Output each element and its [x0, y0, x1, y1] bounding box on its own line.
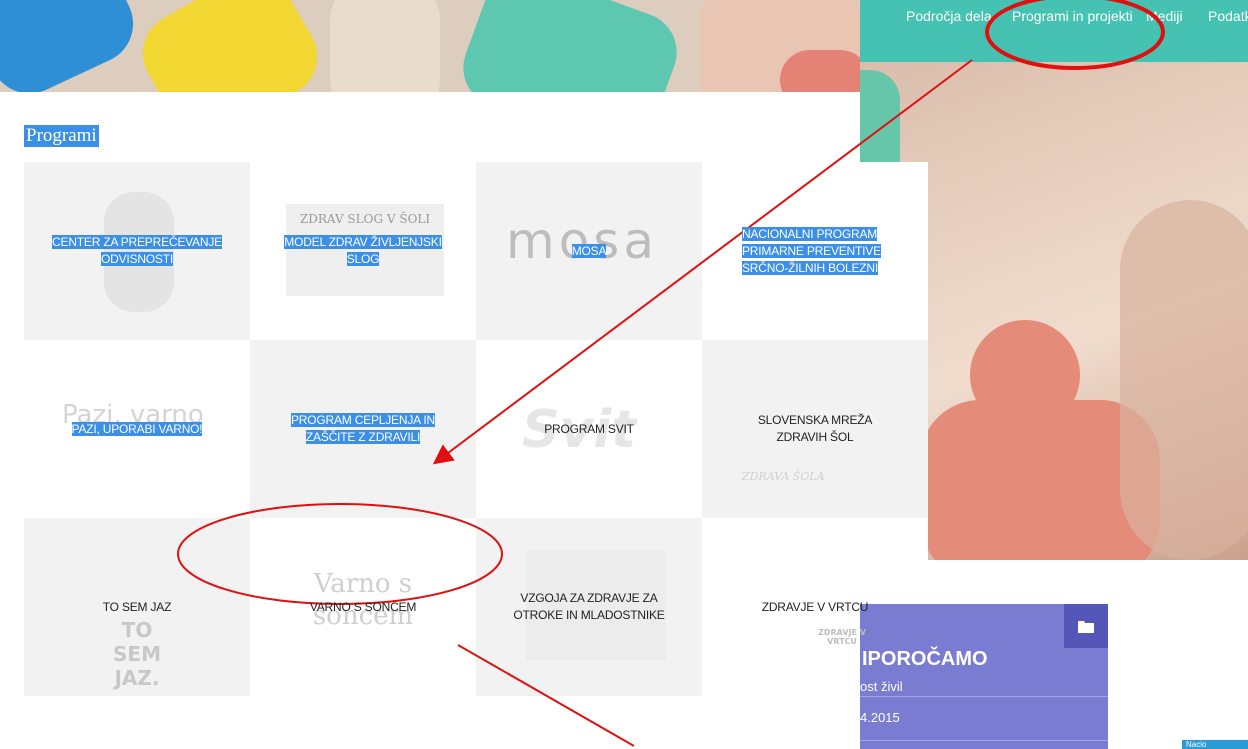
tile-label: MOSA — [571, 243, 607, 258]
tile-label: PAZI, UPORABI VARNO! — [71, 421, 203, 436]
tile-mosa[interactable]: mosa MOSA — [476, 162, 702, 340]
news-card-title: IPOROČAMO — [862, 648, 988, 670]
tile-label: SLOVENSKA MREŽA ZDRAVIH ŠOL — [757, 413, 873, 444]
news-card-date: 4.2015 — [860, 710, 900, 725]
nav-item-podatki[interactable]: Podatki — [1208, 8, 1248, 24]
folder-icon[interactable] — [1064, 604, 1108, 648]
tile-logo: mosa — [506, 212, 658, 270]
news-card[interactable]: IPOROČAMO ost živil 4.2015 — [860, 604, 1108, 749]
tile-label: PROGRAM SVIT — [544, 421, 634, 436]
divider — [860, 740, 1108, 741]
tile-logo: ZDRAVJE V VRTCU — [818, 628, 866, 646]
tile-to-sem-jaz[interactable]: TO SEM JAZ. TO SEM JAZ — [24, 518, 250, 696]
tile-label: TO SEM JAZ — [102, 599, 172, 614]
tile-model-zdrav-zivljenjski-slog[interactable]: ZDRAV SLOG V ŠOLI MODEL ZDRAV ŽIVLJENJSK… — [250, 162, 476, 340]
tile-program-svit[interactable]: Svit PROGRAM SVIT — [476, 340, 702, 518]
tile-label: ZDRAVJE V VRTCU — [761, 599, 869, 614]
news-card-subtitle: ost živil — [860, 679, 903, 694]
tile-label: MODEL ZDRAV ŽIVLJENJSKI SLOG — [284, 235, 442, 266]
tile-label: VZGOJA ZA ZDRAVJE ZA OTROKE IN MLADOSTNI… — [513, 591, 665, 622]
top-navigation: Področja dela Programi in projekti Medij… — [860, 0, 1248, 62]
tile-nacionalni-program[interactable]: NACIONALNI PROGRAM PRIMARNE PREVENTIVE S… — [702, 162, 928, 340]
tile-label: CENTER ZA PREPREČEVANJE ODVISNOSTI — [52, 235, 222, 266]
nav-item-podrocja-dela[interactable]: Področja dela — [906, 8, 992, 24]
tile-pazi-uporabi-varno[interactable]: Pazi, varno PAZI, UPORABI VARNO! — [24, 340, 250, 518]
divider — [860, 696, 1108, 697]
page-title: Programi — [24, 125, 99, 147]
header-banner-image — [0, 0, 860, 92]
tile-label: VARNO S SONCEM — [309, 599, 417, 614]
tile-logo: ZDRAVA ŠOLA — [742, 470, 825, 483]
nav-item-programi-in-projekti[interactable]: Programi in projekti — [1012, 8, 1133, 24]
tile-logo: Pazi, varno — [62, 400, 204, 430]
tile-vzgoja-za-zdravje[interactable]: VZGOJA ZA ZDRAVJE ZA OTROKE IN MLADOSTNI… — [476, 518, 702, 696]
nav-item-mediji[interactable]: Mediji — [1146, 8, 1183, 24]
tile-center-za-preprecevanje-odvisnosti[interactable]: CENTER ZA PREPREČEVANJE ODVISNOSTI — [24, 162, 250, 340]
tile-label: NACIONALNI PROGRAM PRIMARNE PREVENTIVE S… — [742, 226, 881, 275]
tile-program-cepljenja[interactable]: PROGRAM CEPLJENJA IN ZAŠČITE Z ZDRAVILI — [250, 340, 476, 518]
tile-varno-s-soncem[interactable]: Varno s soncem VARNO S SONCEM — [250, 518, 476, 696]
tile-label: PROGRAM CEPLJENJA IN ZAŠČITE Z ZDRAVILI — [290, 413, 436, 444]
tile-slovenska-mreza-zdravih-sol[interactable]: ZDRAVA ŠOLA SLOVENSKA MREŽA ZDRAVIH ŠOL — [702, 340, 928, 518]
footer-badge: Nacio — [1182, 740, 1248, 749]
